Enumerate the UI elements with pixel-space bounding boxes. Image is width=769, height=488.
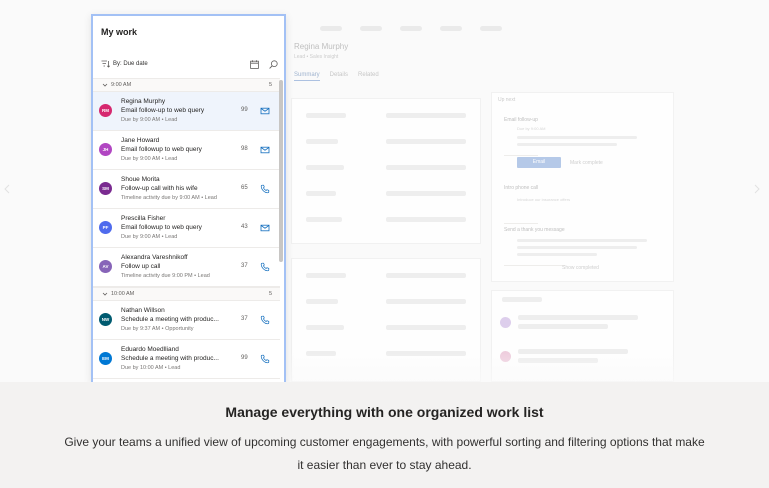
avatar: SM: [99, 182, 112, 195]
item-due: Due by 9:00 AM • Lead: [121, 234, 178, 240]
background-email-button: Email: [517, 157, 561, 168]
list-item[interactable]: EM Eduardo Moedlliand Schedule a meeting w…: [93, 340, 280, 379]
mail-icon[interactable]: [260, 223, 270, 233]
background-top-bar: [320, 18, 520, 36]
background-contact-subtitle: Lead • Sales Insight: [294, 54, 339, 60]
chevron-left-icon[interactable]: [4, 184, 10, 194]
background-step-email-due: Due by 9:00 AM: [517, 126, 546, 131]
calendar-icon[interactable]: [250, 59, 259, 69]
item-score: 37: [241, 263, 248, 269]
avatar: NW: [99, 313, 112, 326]
mail-icon[interactable]: [260, 145, 270, 155]
group-header[interactable]: 9:00 AM 5: [93, 78, 280, 92]
background-tabs: Summary Details Related: [294, 72, 379, 81]
background-mark-complete: Mark complete: [570, 160, 603, 166]
item-activity: Email followup to web query: [121, 224, 202, 231]
background-step-call: Intro phone call: [504, 185, 539, 224]
item-name: Eduardo Moedlliand: [121, 346, 179, 353]
item-score: 99: [241, 355, 248, 361]
scrollbar[interactable]: [279, 80, 283, 262]
list-item[interactable]: RM Regina Murphy Email follow-up to web qu…: [93, 92, 280, 131]
item-activity: Email followup to web query: [121, 146, 202, 153]
group-label: 10:00 AM: [111, 291, 135, 297]
list-item[interactable]: JH Jane Howard Email followup to web query…: [93, 131, 280, 170]
background-step-call-note: Introduce our insurance offers: [517, 197, 571, 202]
phone-icon[interactable]: [260, 184, 270, 194]
sort-label[interactable]: By: Due date: [113, 61, 250, 67]
avatar: AV: [99, 260, 112, 273]
list-item[interactable]: AV Alexandra Vareshnikoff Follow up call Ti…: [93, 248, 280, 287]
item-name: Regina Murphy: [121, 98, 166, 105]
fade-overlay-bottom: [285, 352, 769, 382]
chevron-down-icon[interactable]: [102, 291, 108, 297]
search-icon[interactable]: [269, 59, 278, 69]
chevron-right-icon[interactable]: [754, 184, 760, 194]
work-list: 9:00 AM 5 RM Regina Murphy Email follow-up t…: [93, 78, 280, 379]
caption-section: Manage everything with one organized wor…: [0, 382, 769, 488]
my-work-panel: My work By: Due date 9:00 AM 5 RM Regina Mu…: [91, 14, 286, 382]
phone-icon[interactable]: [260, 262, 270, 272]
item-score: 65: [241, 185, 248, 191]
avatar: RM: [99, 104, 112, 117]
item-score: 98: [241, 146, 248, 152]
background-tab-related: Related: [358, 72, 379, 78]
mail-icon[interactable]: [260, 106, 270, 116]
group-count: 5: [268, 82, 272, 88]
item-activity: Follow up call: [121, 263, 161, 270]
item-name: Jane Howard: [121, 137, 160, 144]
background-record-view: Regina Murphy Lead • Sales Insight Summa…: [285, 14, 685, 382]
background-contact-name: Regina Murphy: [294, 42, 349, 51]
chevron-down-icon[interactable]: [102, 82, 108, 88]
item-activity: Schedule a meeting with produc...: [121, 355, 219, 362]
hero-illustration: Regina Murphy Lead • Sales Insight Summa…: [0, 0, 769, 382]
list-item[interactable]: NW Nathan Willson Schedule a meeting with …: [93, 301, 280, 340]
item-due: Due by 9:00 AM • Lead: [121, 156, 178, 162]
avatar: PF: [99, 221, 112, 234]
item-due: Due by 10:00 AM • Lead: [121, 365, 181, 371]
item-score: 37: [241, 316, 248, 322]
item-due: Due by 9:37 AM • Opportunity: [121, 326, 194, 332]
item-name: Shoue Morita: [121, 176, 160, 183]
item-name: Alexandra Vareshnikoff: [121, 254, 188, 261]
item-due: Due by 9:00 AM • Lead: [121, 117, 178, 123]
item-name: Nathan Willson: [121, 307, 165, 314]
item-score: 99: [241, 107, 248, 113]
group-count: 5: [268, 291, 272, 297]
background-up-next-header: Up next: [498, 97, 516, 103]
item-name: Prescilla Fisher: [121, 215, 166, 222]
caption-body: Give your teams a unified view of upcomi…: [64, 435, 705, 472]
item-due: Timeline activity due 9:00 PM • Lead: [121, 273, 210, 279]
item-due: Timeline activity due by 9:00 AM • Lead: [121, 195, 217, 201]
phone-icon[interactable]: [260, 354, 270, 364]
avatar: JH: [99, 143, 112, 156]
background-form-card: [291, 98, 481, 244]
list-item[interactable]: SM Shoue Morita Follow-up call with his wi…: [93, 170, 280, 209]
background-tab-details: Details: [329, 72, 349, 78]
item-activity: Schedule a meeting with produc...: [121, 316, 219, 323]
avatar: EM: [99, 352, 112, 365]
list-item[interactable]: PF Prescilla Fisher Email followup to web …: [93, 209, 280, 248]
background-tab-summary: Summary: [294, 72, 320, 81]
sort-row: By: Due date: [101, 58, 278, 70]
group-label: 9:00 AM: [111, 82, 132, 88]
group-header[interactable]: 10:00 AM 5: [93, 287, 280, 301]
item-score: 43: [241, 224, 248, 230]
sort-filter-icon[interactable]: [101, 60, 110, 68]
phone-icon[interactable]: [260, 315, 270, 325]
panel-title: My work: [101, 27, 138, 37]
caption-title: Manage everything with one organized wor…: [225, 404, 544, 420]
background-show-completed: Show completed: [562, 265, 599, 271]
background-up-next-card: Up next Email follow-up Due by 9:00 AM E…: [491, 92, 674, 282]
item-activity: Email follow-up to web query: [121, 107, 205, 114]
item-activity: Follow-up call with his wife: [121, 185, 198, 192]
